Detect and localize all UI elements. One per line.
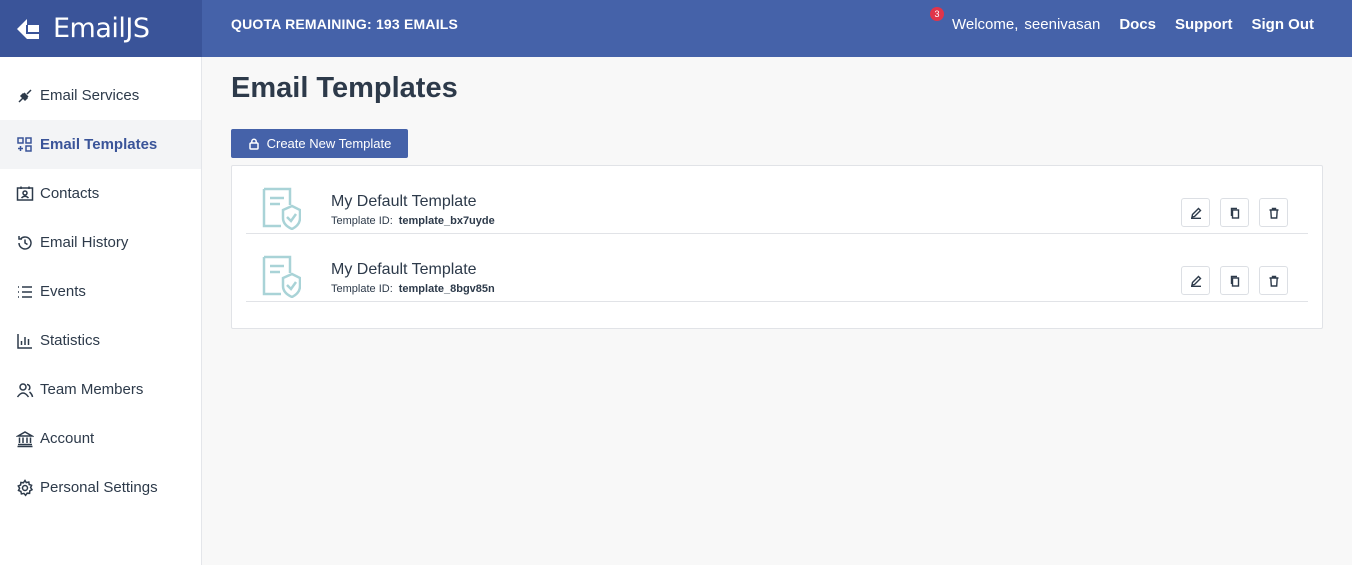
sidebar-item-label: Email History bbox=[40, 234, 129, 251]
gear-icon bbox=[15, 478, 34, 497]
template-id-value: template_bx7uyde bbox=[398, 215, 495, 227]
list-icon bbox=[15, 282, 34, 301]
template-document-icon bbox=[262, 187, 301, 230]
template-id-label: Template ID: bbox=[331, 283, 393, 295]
pencil-icon bbox=[1190, 207, 1201, 219]
templates-icon bbox=[15, 135, 34, 154]
sidebar-item-label: Contacts bbox=[40, 185, 100, 202]
trash-icon bbox=[1269, 275, 1278, 287]
trash-icon bbox=[1269, 207, 1278, 219]
template-actions bbox=[1181, 198, 1288, 227]
template-row[interactable]: My Default Template Template ID: template… bbox=[246, 166, 1308, 234]
pencil-icon bbox=[1190, 275, 1201, 287]
sidebar: Email Services Email Templates Contacts … bbox=[0, 57, 202, 565]
sidebar-item-team-members[interactable]: Team Members bbox=[0, 365, 201, 414]
template-name[interactable]: My Default Template bbox=[331, 261, 477, 279]
sidebar-item-email-templates[interactable]: Email Templates bbox=[0, 120, 201, 169]
edit-button[interactable] bbox=[1181, 266, 1210, 295]
support-link[interactable]: Support bbox=[1175, 16, 1233, 33]
sidebar-item-email-services[interactable]: Email Services bbox=[0, 71, 201, 120]
top-bar: EmailJS QUOTA REMAINING: 193 EMAILS 3 We… bbox=[0, 0, 1352, 57]
lock-icon bbox=[248, 138, 259, 150]
sidebar-item-label: Statistics bbox=[40, 332, 101, 349]
sidebar-item-statistics[interactable]: Statistics bbox=[0, 316, 201, 365]
sidebar-item-label: Events bbox=[40, 283, 86, 300]
edit-button[interactable] bbox=[1181, 198, 1210, 227]
template-id: Template ID: template_8bgv85n bbox=[331, 283, 495, 295]
sign-out-link[interactable]: Sign Out bbox=[1252, 16, 1315, 33]
delete-button[interactable] bbox=[1259, 198, 1288, 227]
create-button-label: Create New Template bbox=[266, 136, 392, 151]
contact-card-icon bbox=[15, 184, 34, 203]
sidebar-item-account[interactable]: Account bbox=[0, 414, 201, 463]
create-new-template-button[interactable]: Create New Template bbox=[231, 129, 408, 158]
plug-icon bbox=[15, 86, 34, 105]
sidebar-item-label: Email Templates bbox=[40, 136, 158, 153]
copy-icon bbox=[1230, 207, 1239, 219]
template-document-icon bbox=[262, 255, 301, 298]
copy-button[interactable] bbox=[1220, 266, 1249, 295]
template-name[interactable]: My Default Template bbox=[331, 193, 477, 211]
quota-remaining: QUOTA REMAINING: 193 EMAILS bbox=[231, 16, 459, 32]
bank-icon bbox=[15, 429, 34, 448]
top-nav: 3 Welcome, seenivasan Docs Support Sign … bbox=[930, 0, 1315, 48]
sidebar-item-email-history[interactable]: Email History bbox=[0, 218, 201, 267]
sidebar-item-label: Account bbox=[40, 430, 95, 447]
template-row[interactable]: My Default Template Template ID: template… bbox=[246, 234, 1308, 302]
welcome-label: Welcome, bbox=[952, 15, 1019, 33]
notification-badge[interactable]: 3 bbox=[930, 6, 944, 21]
template-id-label: Template ID: bbox=[331, 215, 393, 227]
team-icon bbox=[15, 380, 34, 399]
history-icon bbox=[15, 233, 34, 252]
username: seenivasan bbox=[1024, 15, 1101, 33]
brand[interactable]: EmailJS bbox=[0, 0, 202, 57]
page-title: Email Templates bbox=[231, 72, 458, 104]
copy-icon bbox=[1230, 275, 1239, 287]
template-id-value: template_8bgv85n bbox=[398, 283, 495, 295]
welcome-user[interactable]: 3 Welcome, seenivasan bbox=[930, 6, 1101, 33]
emailjs-logo-icon bbox=[17, 18, 39, 39]
sidebar-item-contacts[interactable]: Contacts bbox=[0, 169, 201, 218]
sidebar-item-label: Team Members bbox=[40, 381, 144, 398]
bar-chart-icon bbox=[15, 331, 34, 350]
template-id: Template ID: template_bx7uyde bbox=[331, 215, 495, 227]
sidebar-item-label: Personal Settings bbox=[40, 479, 158, 496]
template-actions bbox=[1181, 266, 1288, 295]
delete-button[interactable] bbox=[1259, 266, 1288, 295]
sidebar-item-events[interactable]: Events bbox=[0, 267, 201, 316]
copy-button[interactable] bbox=[1220, 198, 1249, 227]
docs-link[interactable]: Docs bbox=[1119, 16, 1156, 33]
sidebar-item-label: Email Services bbox=[40, 87, 140, 104]
templates-list: My Default Template Template ID: template… bbox=[231, 165, 1323, 329]
brand-name: EmailJS bbox=[53, 13, 150, 44]
sidebar-item-personal-settings[interactable]: Personal Settings bbox=[0, 463, 201, 512]
